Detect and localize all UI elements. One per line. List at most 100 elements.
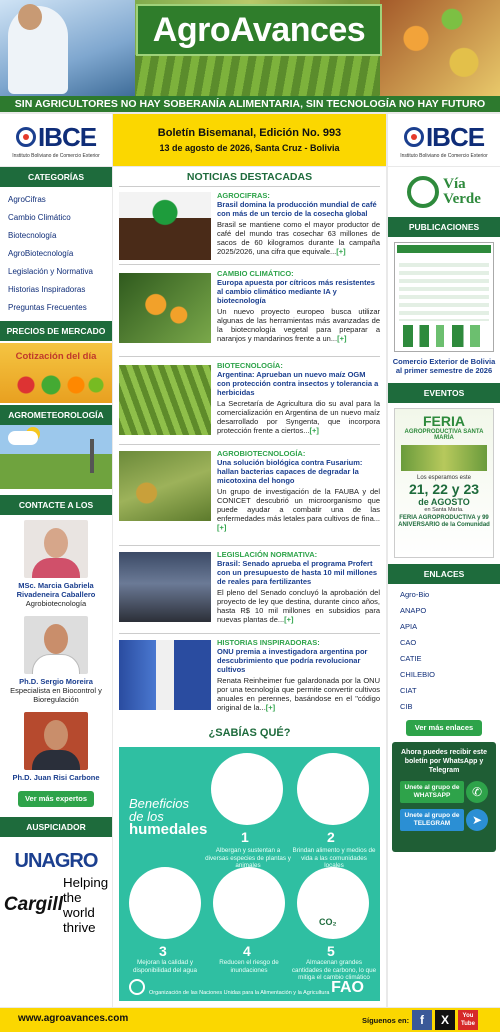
market-prices-banner[interactable]: Cotización del día (0, 343, 112, 403)
article-summary-text: Brasil se mantiene como el mayor product… (217, 220, 380, 256)
whatsapp-icon[interactable]: ✆ (466, 781, 488, 803)
x-icon[interactable]: X (435, 1010, 455, 1030)
bulletin-info: Boletín Bisemanal, Edición No. 993 13 de… (113, 114, 386, 166)
experts-heading: CONTACTE A LOS EXPERTOS (0, 495, 112, 530)
ibce-subtitle: Instituto Boliviano de Comercio Exterior (400, 152, 488, 159)
external-link[interactable]: CIB (400, 699, 488, 715)
article-summary: Un grupo de investigación de la FAUBA y … (217, 487, 380, 532)
external-link[interactable]: CIAT (400, 683, 488, 699)
article-headline[interactable]: Brasil: Senado aprueba el programa Profe… (217, 559, 380, 586)
article-category: BIOTECNOLOGÍA: (217, 361, 283, 370)
news-article[interactable]: HISTORIAS INSPIRADORAS: ONU premia a inv… (119, 634, 380, 724)
category-link[interactable]: Historias Inspiradoras (8, 281, 104, 299)
read-more-link[interactable]: [+] (266, 703, 275, 712)
website-link[interactable]: www.agroavances.com (18, 1013, 128, 1024)
left-sidebar: CATEGORÍAS AgroCifras Cambio Climático B… (0, 167, 112, 1007)
category-link[interactable]: Biotecnología (8, 227, 104, 245)
news-article[interactable]: BIOTECNOLOGÍA: Argentina: Aprueban un nu… (119, 357, 380, 445)
benefit-number: 3 (159, 943, 167, 959)
expert-card[interactable]: MSc. Marcia Gabriela Rivadeneira Caballe… (0, 515, 112, 611)
expert-photo (24, 520, 88, 578)
read-more-link[interactable]: [+] (337, 334, 346, 343)
category-link[interactable]: AgroCifras (8, 191, 104, 209)
expert-card[interactable]: Ph.D. Juan Risi Carbone (0, 707, 112, 785)
event-subtitle: AGROPRODUCTIVA SANTA MARÍA (404, 429, 484, 441)
benefit-text: Reducen el riesgo de inundaciones (219, 959, 279, 974)
prices-banner-text: Cotización del día (15, 351, 97, 362)
event-title: FERIA (423, 413, 465, 429)
messaging-promo-text: Ahora puedes recibir este boletín por Wh… (401, 749, 487, 774)
external-link[interactable]: ANAPO (400, 603, 488, 619)
event-description: FERIA AGROPRODUCTIVA y 99 ANIVERSARIO de… (398, 515, 490, 528)
fao-organization: Organización de las Naciones Unidas para… (149, 989, 330, 996)
telegram-group-button[interactable]: Unete al grupo de TELEGRAM (400, 809, 464, 831)
news-article[interactable]: CAMBIO CLIMÁTICO: Europa apuesta por cít… (119, 265, 380, 357)
food-icon (297, 753, 369, 825)
event-poster[interactable]: FERIA AGROPRODUCTIVA SANTA MARÍA Los esp… (394, 408, 494, 558)
events-heading: EVENTOS (388, 383, 500, 403)
ibce-logo-left[interactable]: IBCE Instituto Boliviano de Comercio Ext… (0, 114, 112, 166)
read-more-link[interactable]: [+] (336, 247, 345, 256)
carbon-storage-icon (297, 867, 369, 939)
cargill-logo[interactable]: Cargill Helping the world thrive (4, 875, 108, 935)
news-article[interactable]: LEGISLACIÓN NORMATIVA: Brasil: Senado ap… (119, 546, 380, 634)
animals-icon (211, 753, 283, 825)
article-headline[interactable]: ONU premia a investigadora argentina por… (217, 647, 380, 674)
via-verde-logo[interactable]: Vía Verde (388, 167, 500, 217)
brand-logo[interactable]: AgroAvances (136, 4, 382, 56)
news-article[interactable]: AGROCIFRAS: Brasil domina la producción … (119, 187, 380, 265)
category-link[interactable]: Preguntas Frecuentes (8, 299, 104, 317)
publication-caption[interactable]: Comercio Exterior de Bolivia al primer s… (388, 357, 500, 375)
publication-cover[interactable] (394, 242, 494, 352)
sponsor-heading: AUSPICIADOR (0, 817, 112, 837)
read-more-link[interactable]: [+] (310, 426, 319, 435)
coffee-image (119, 192, 211, 260)
ibce-logo-right[interactable]: IBCE Instituto Boliviano de Comercio Ext… (388, 114, 500, 166)
wetlands-infographic[interactable]: Beneficios de los humedales 1 Albergan y s… (119, 747, 380, 1001)
category-link[interactable]: Cambio Climático (8, 209, 104, 227)
brand-title: AgroAvances (152, 10, 366, 49)
category-link[interactable]: AgroBiotecnología (8, 245, 104, 263)
external-link[interactable]: CATIE (400, 651, 488, 667)
links-list: Agro-Bio ANAPO APIA CAO CATIE CHILEBIO C… (388, 584, 500, 718)
article-category: CAMBIO CLIMÁTICO: (217, 269, 294, 278)
citrus-image (119, 273, 211, 343)
news-article[interactable]: AGROBIOTECNOLOGÍA: Una solución biológic… (119, 445, 380, 546)
ibce-emblem-icon (15, 127, 36, 147)
benefit-text: Mejoran la calidad y disponibilidad del … (132, 959, 198, 974)
agrometeorology-banner[interactable] (0, 425, 112, 489)
article-headline[interactable]: Una solución biológica contra Fusarium: … (217, 458, 380, 485)
article-headline[interactable]: Argentina: Aprueban un nuevo maíz OGM co… (217, 370, 380, 397)
via-verde-text: Verde (443, 191, 481, 207)
article-headline[interactable]: Brasil domina la producción mundial de c… (217, 200, 380, 218)
ibce-subtitle: Instituto Boliviano de Comercio Exterior (12, 152, 100, 159)
expert-card[interactable]: Ph.D. Sergio Moreira Especialista en Bio… (0, 611, 112, 707)
article-category: AGROBIOTECNOLOGÍA: (217, 449, 306, 458)
youtube-icon[interactable]: You Tube (458, 1010, 478, 1030)
infographic-title-line: humedales (129, 821, 208, 838)
more-experts-button[interactable]: Ver más expertos (18, 791, 94, 807)
infographic-title: Beneficios de los humedales (129, 797, 208, 838)
read-more-link[interactable]: [+] (284, 615, 293, 624)
external-link[interactable]: CAO (400, 635, 488, 651)
facebook-icon[interactable]: f (412, 1010, 432, 1030)
external-link[interactable]: Agro-Bio (400, 587, 488, 603)
external-link[interactable]: CHILEBIO (400, 667, 488, 683)
telegram-icon[interactable]: ➤ (466, 809, 488, 831)
external-link[interactable]: APIA (400, 619, 488, 635)
article-headline[interactable]: Europa apuesta por cítricos más resisten… (217, 278, 380, 305)
expert-specialty: Agrobiotecnología (25, 599, 87, 608)
bulletin-date: 13 de agosto de 2026, Santa Cruz - Boliv… (159, 143, 340, 153)
corn-image (119, 365, 211, 435)
article-summary: El pleno del Senado concluyó la aprobaci… (217, 588, 380, 624)
article-summary-text: El pleno del Senado concluyó la aprobaci… (217, 588, 380, 624)
article-summary: Un nuevo proyecto europeo busca utilizar… (217, 307, 380, 343)
follow-us-label: Síguenos en: (362, 1016, 410, 1025)
did-you-know-heading: ¿SABÍAS QUÉ? (208, 727, 291, 739)
crop-field-image (135, 55, 380, 96)
category-link[interactable]: Legislación y Normativa (8, 263, 104, 281)
read-more-link[interactable]: [+] (217, 523, 226, 532)
more-links-button[interactable]: Ver más enlaces (406, 720, 482, 736)
whatsapp-group-button[interactable]: Unete al grupo de WHATSAPP (400, 781, 464, 803)
meteo-heading: AGROMETEOROLOGÍA (0, 405, 112, 425)
